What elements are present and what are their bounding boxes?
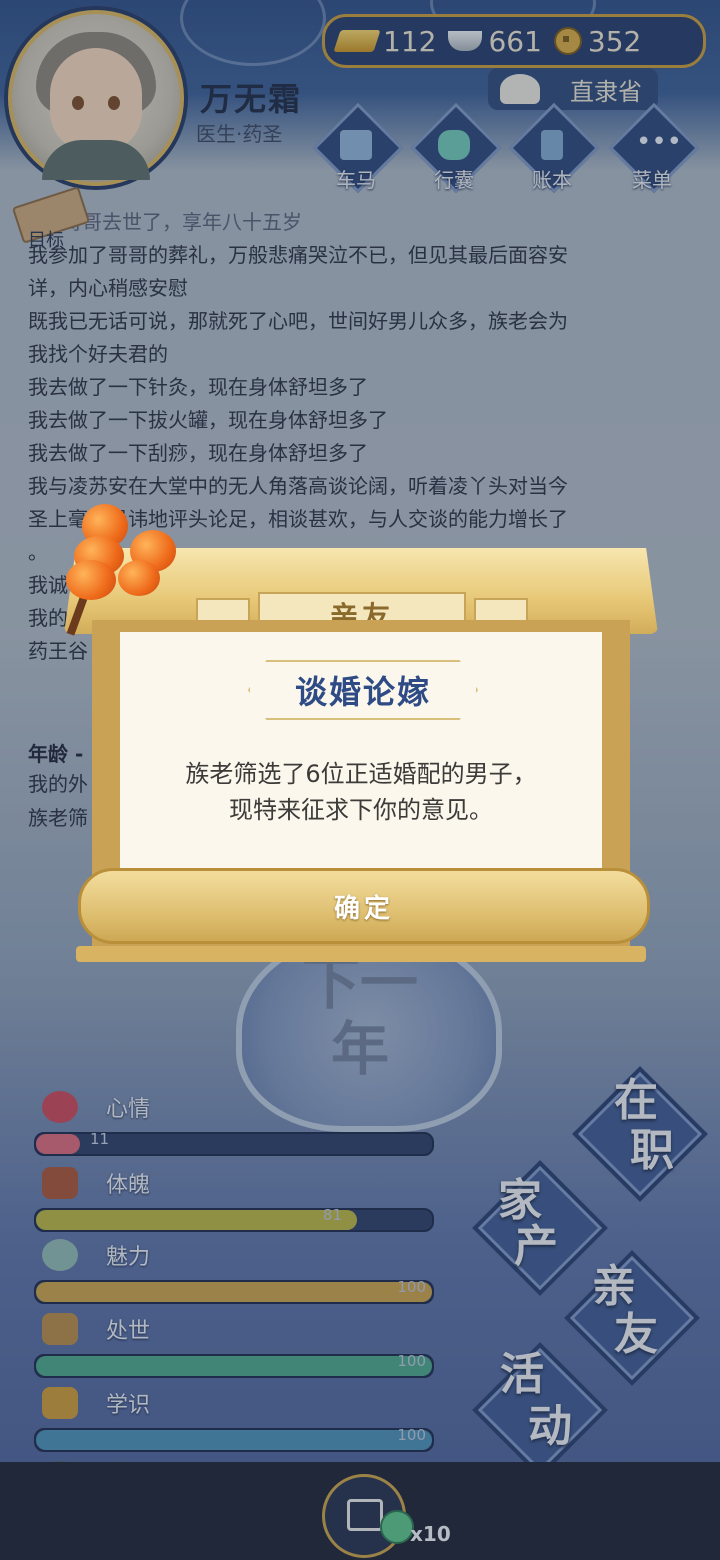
dialog-message-line: 族老筛选了6位正适婚配的男子，: [185, 760, 537, 788]
confirm-button[interactable]: 确定: [78, 868, 650, 944]
dialog-message-line: 现特来征求下你的意见。: [229, 796, 493, 824]
game-screen: 万无霜 医生·药圣 112 661 352 直隶省 车马 行囊 账本 ••• 菜…: [0, 0, 720, 1560]
confirm-label: 确定: [333, 893, 394, 924]
persimmon-icon: [66, 560, 116, 600]
persimmon-icon: [118, 560, 160, 596]
dialog-heading: 谈婚论嫁: [248, 660, 478, 720]
dialog-base: [76, 946, 646, 962]
dialog-heading-text: 谈婚论嫁: [294, 673, 431, 711]
dialog-message: 族老筛选了6位正适婚配的男子， 现特来征求下你的意见。: [120, 756, 602, 828]
